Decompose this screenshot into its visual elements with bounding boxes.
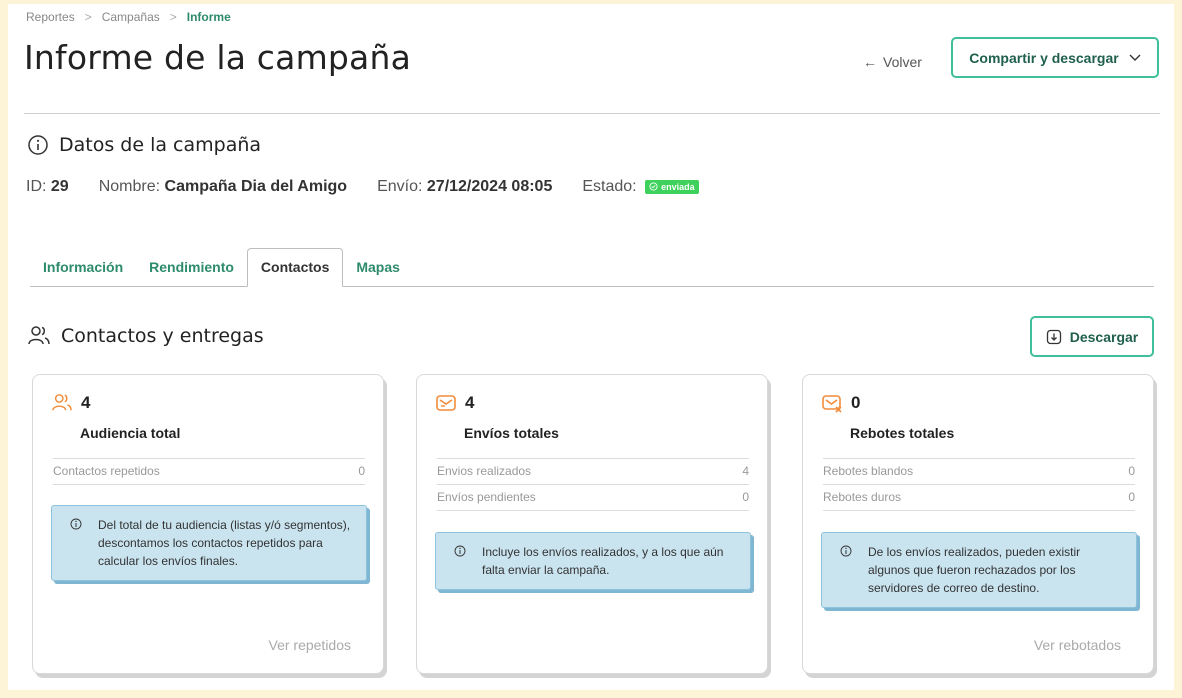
info-circle-icon	[70, 518, 82, 530]
download-button[interactable]: Descargar	[1030, 316, 1154, 357]
card-title: Rebotes totales	[850, 425, 955, 441]
users-icon	[52, 394, 72, 411]
page-title: Informe de la campaña	[24, 38, 412, 77]
card-audiencia: 4 Audiencia total Contactos repetidos 0 D…	[32, 374, 384, 674]
users-icon	[28, 326, 50, 345]
report-tabs: Información Rendimiento Contactos Mapas	[30, 248, 1154, 287]
card-envios: 4 Envíos totales Envios realizados 4 Enví…	[416, 374, 768, 674]
datos-title: Datos de la campaña	[59, 134, 262, 156]
tab-mapas[interactable]: Mapas	[343, 259, 413, 286]
tab-informacion[interactable]: Información	[30, 259, 136, 286]
chevron-right-icon: >	[84, 10, 92, 24]
check-circle-icon	[649, 182, 658, 191]
list-item: Envíos pendientes 0	[437, 484, 749, 511]
card-title: Audiencia total	[80, 425, 181, 441]
card-count: 0	[821, 393, 860, 413]
breadcrumb: Reportes > Campañas > Informe	[26, 10, 231, 24]
info-box: Incluye los envíos realizados, y a los q…	[435, 532, 751, 590]
divider	[24, 113, 1160, 114]
meta-estado: Estado: enviada	[582, 178, 699, 196]
share-download-button[interactable]: Compartir y descargar	[951, 37, 1159, 78]
card-rows: Rebotes blandos 0 Rebotes duros 0	[823, 458, 1135, 511]
status-badge: enviada	[645, 179, 699, 194]
contactos-section-heading: Contactos y entregas	[27, 325, 264, 347]
back-label: Volver	[883, 54, 922, 70]
ver-repetidos-link[interactable]: Ver repetidos	[269, 637, 352, 653]
card-count: 4	[435, 393, 474, 413]
campaign-meta: ID: 29 Nombre: Campaña Dia del Amigo Env…	[26, 178, 699, 196]
breadcrumb-campanas[interactable]: Campañas	[102, 10, 160, 24]
arrow-left-icon: ←	[863, 54, 877, 70]
back-link[interactable]: ← Volver	[863, 54, 922, 70]
chevron-right-icon: >	[169, 10, 177, 24]
meta-envio: Envío: 27/12/2024 08:05	[377, 178, 553, 195]
list-item: Rebotes blandos 0	[823, 458, 1135, 484]
ver-rebotados-link[interactable]: Ver rebotados	[1034, 637, 1121, 653]
card-rows: Envios realizados 4 Envíos pendientes 0	[437, 458, 749, 511]
meta-nombre: Nombre: Campaña Dia del Amigo	[98, 178, 348, 195]
tab-rendimiento[interactable]: Rendimiento	[136, 259, 247, 286]
datos-section-heading: Datos de la campaña	[27, 134, 261, 156]
mail-bounce-icon	[822, 395, 842, 413]
chevron-down-icon	[1129, 54, 1141, 61]
list-item: Rebotes duros 0	[823, 484, 1135, 511]
info-box: Del total de tu audiencia (listas y/ó se…	[51, 505, 367, 581]
breadcrumb-reportes[interactable]: Reportes	[26, 10, 75, 24]
list-item: Envios realizados 4	[437, 458, 749, 484]
info-circle-icon	[28, 135, 48, 155]
info-circle-icon	[840, 545, 852, 557]
card-rebotes: 0 Rebotes totales Rebotes blandos 0 Rebot…	[802, 374, 1154, 674]
breadcrumb-informe: Informe	[186, 10, 231, 24]
card-rows: Contactos repetidos 0	[53, 458, 365, 485]
download-file-icon	[1046, 329, 1061, 344]
report-page: Reportes > Campañas > Informe Informe de…	[8, 4, 1174, 690]
info-box: De los envíos realizados, pueden existir…	[821, 532, 1137, 608]
contactos-title: Contactos y entregas	[61, 325, 264, 347]
card-title: Envíos totales	[464, 425, 559, 441]
mail-sent-icon	[436, 395, 456, 411]
info-circle-icon	[454, 545, 466, 557]
list-item: Contactos repetidos 0	[53, 458, 365, 485]
tab-contactos[interactable]: Contactos	[246, 248, 344, 287]
card-count: 4	[51, 393, 90, 413]
share-label: Compartir y descargar	[969, 49, 1119, 66]
meta-id: ID: 29	[26, 178, 69, 195]
download-label: Descargar	[1069, 328, 1139, 345]
